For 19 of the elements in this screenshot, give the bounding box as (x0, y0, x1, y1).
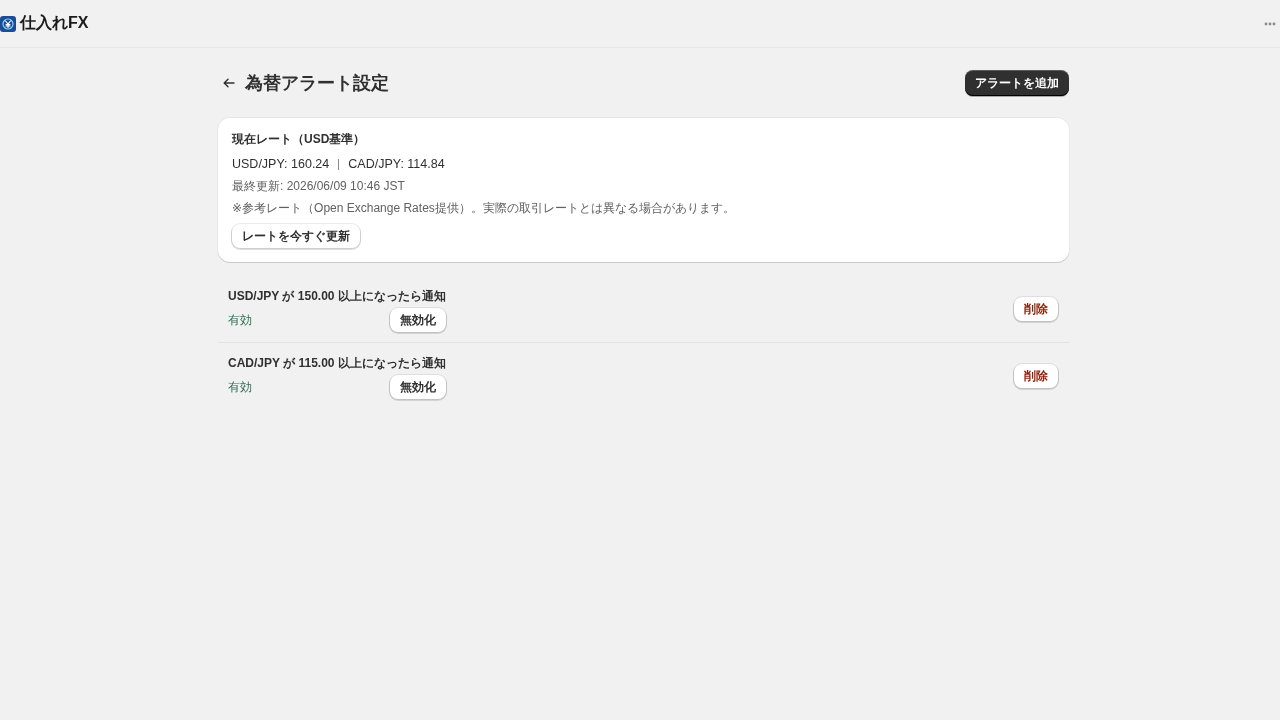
alert-status: 有効 (228, 378, 252, 396)
refresh-rate-button[interactable]: レートを今すぐ更新 (232, 224, 360, 248)
add-alert-button[interactable]: アラートを追加 (965, 70, 1069, 96)
logo-icon (0, 15, 16, 32)
disclaimer-text: ※参考レート（Open Exchange Rates提供）。実際の取引レートとは異なる場合があります。 (232, 200, 735, 217)
last-updated-text: 最終更新: 2026/06/09 10:46 JST (232, 178, 405, 195)
alert-condition: USD/JPY が 150.00 以上になったら通知 (228, 288, 446, 305)
page-title: 為替アラート設定 (245, 72, 389, 95)
disable-button[interactable]: 無効化 (389, 375, 446, 399)
app-title: 仕入れFX (20, 13, 89, 33)
alert-status: 有効 (228, 311, 252, 329)
disable-button[interactable]: 無効化 (389, 308, 446, 332)
alert-condition: CAD/JPY が 115.00 以上になったら通知 (228, 355, 446, 372)
rate-text: USD/JPY: 160.24 (232, 156, 330, 173)
card-title: 現在レート（USD基準） (232, 131, 366, 148)
back-arrow-icon[interactable] (223, 78, 235, 88)
delete-button[interactable]: 削除 (1014, 297, 1058, 321)
delete-button[interactable]: 削除 (1014, 364, 1058, 388)
rate-text: CAD/JPY: 114.84 (348, 156, 445, 173)
